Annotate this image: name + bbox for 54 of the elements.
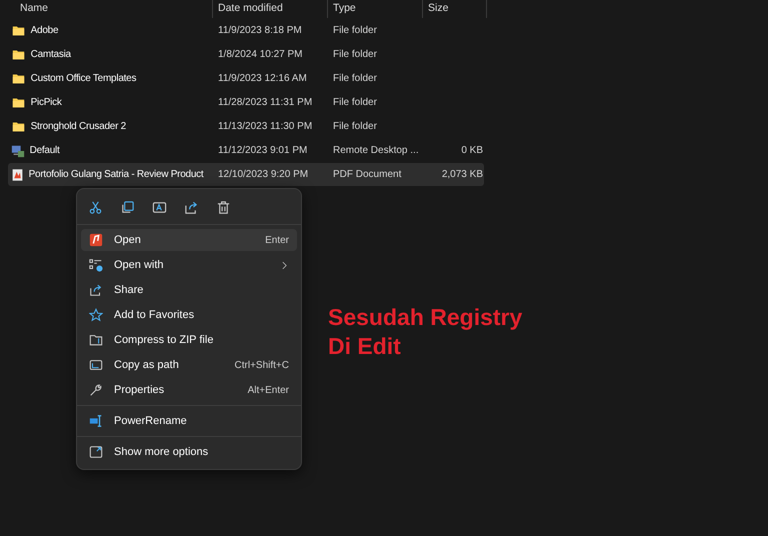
file-type: PDF Document <box>333 168 402 182</box>
file-type: File folder <box>333 96 377 110</box>
wrench-icon <box>89 383 103 397</box>
file-name[interactable]: Camtasia <box>30 47 71 62</box>
file-type: File folder <box>333 24 377 38</box>
date-modified: 11/28/2023 11:31 PM <box>218 96 312 110</box>
file-name[interactable]: Default <box>30 143 60 158</box>
annotation-text: Sesudah Registry Di Edit <box>328 303 524 361</box>
share-icon <box>89 283 103 297</box>
menu-item[interactable]: PowerRename <box>81 410 297 432</box>
zip-folder-icon <box>89 333 103 347</box>
folder-icon <box>10 120 26 133</box>
file-size: 0 KB <box>461 144 483 158</box>
menu-item[interactable]: Share <box>81 279 297 301</box>
file-name[interactable]: PicPick <box>30 95 62 110</box>
menu-item[interactable]: Copy as path Ctrl+Shift+C <box>81 354 297 376</box>
pdf-file-icon <box>10 168 24 182</box>
folder-icon <box>10 72 26 85</box>
menu-item[interactable]: Compress to ZIP file <box>81 329 297 351</box>
file-type: File folder <box>333 120 377 134</box>
remote-desktop-icon <box>10 144 25 158</box>
column-header[interactable]: Date modified <box>213 0 328 18</box>
column-header[interactable]: Type <box>328 0 423 18</box>
file-name[interactable]: Stronghold Crusader 2 <box>30 119 126 134</box>
open-with-icon <box>89 258 103 272</box>
file-type: Remote Desktop ... <box>333 144 419 158</box>
date-modified: 11/13/2023 11:30 PM <box>218 120 312 134</box>
column-header[interactable]: Size <box>423 0 487 18</box>
copy-path-icon <box>89 358 103 372</box>
pdf-icon <box>89 233 103 247</box>
date-modified: 12/10/2023 9:20 PM <box>218 168 308 182</box>
file-name[interactable]: Adobe <box>30 23 58 38</box>
menu-item[interactable]: Properties Alt+Enter <box>81 379 297 401</box>
file-name[interactable]: Portofolio Gulang Satria - Review Product <box>28 167 204 182</box>
date-modified: 1/8/2024 10:27 PM <box>218 48 303 62</box>
folder-icon <box>10 24 26 37</box>
date-modified: 11/12/2023 9:01 PM <box>218 144 308 158</box>
menu-item[interactable]: Open Enter <box>81 229 297 251</box>
date-modified: 11/9/2023 12:16 AM <box>218 72 307 86</box>
menu-item[interactable]: Show more options <box>81 441 297 463</box>
folder-icon <box>10 48 26 61</box>
date-modified: 11/9/2023 8:18 PM <box>218 24 302 38</box>
power-rename-icon <box>89 414 103 428</box>
folder-icon <box>10 96 26 109</box>
file-type: File folder <box>333 48 377 62</box>
menu-item[interactable]: Open with <box>81 254 297 276</box>
column-header[interactable]: Name <box>0 0 213 18</box>
selected-row-highlight[interactable]: Portofolio Gulang Satria - Review Product 12/10/2023 9:20 PM PDF Document 2,073 KB <box>8 163 484 186</box>
file-size: 2,073 KB <box>442 168 483 182</box>
file-name[interactable]: Custom Office Templates <box>30 71 136 86</box>
menu-item[interactable]: Add to Favorites <box>81 304 297 326</box>
file-type: File folder <box>333 72 377 86</box>
star-icon <box>89 308 103 322</box>
show-more-icon <box>89 445 103 459</box>
